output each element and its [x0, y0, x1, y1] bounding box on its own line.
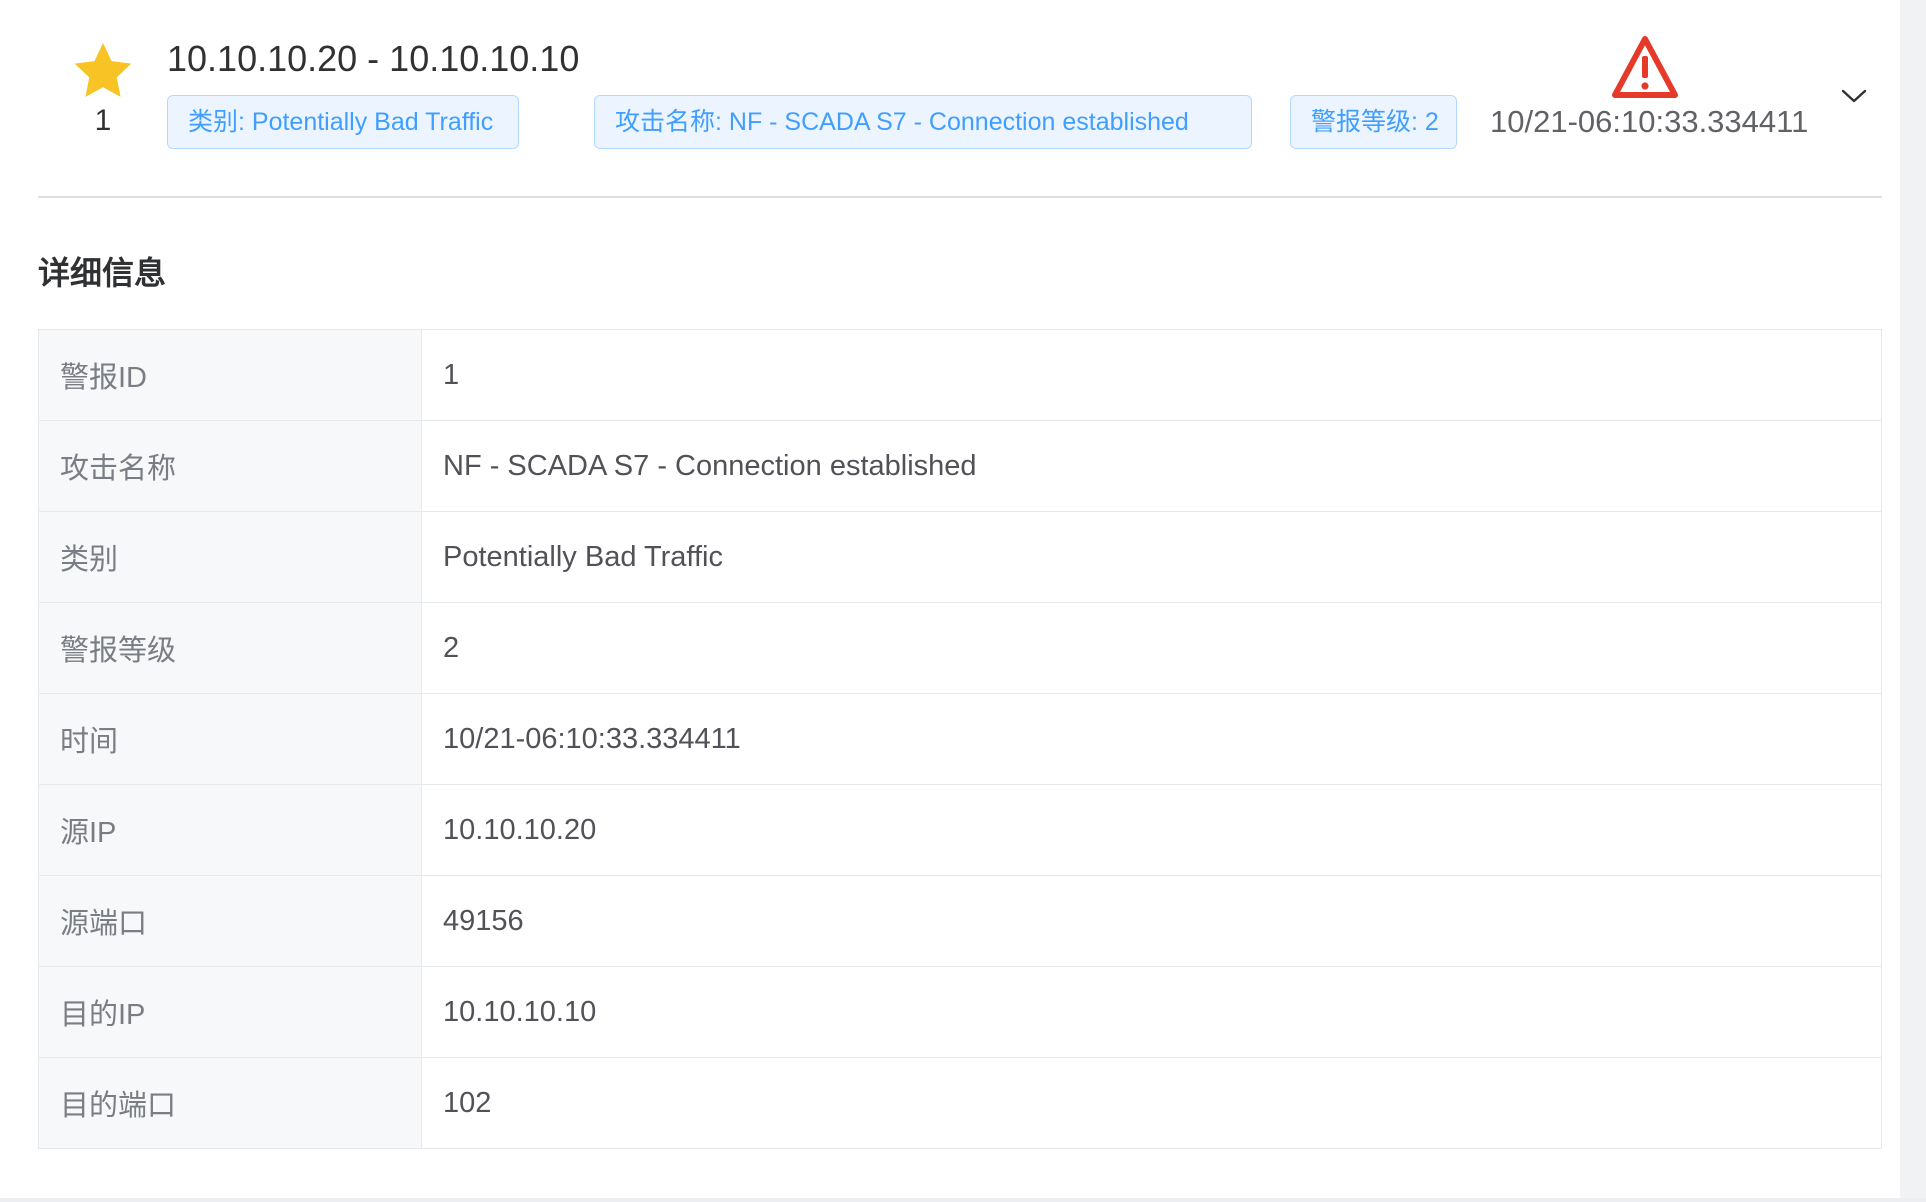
row-value: 102 [421, 1057, 1882, 1149]
alert-level-tag: 警报等级: 2 [1290, 95, 1457, 149]
detail-section-title: 详细信息 [38, 255, 167, 291]
alert-card: 1 10.10.10.20 - 10.10.10.10 类别: Potentia… [0, 0, 1900, 1198]
table-row: 攻击名称 NF - SCADA S7 - Connection establis… [38, 420, 1882, 512]
category-tag: 类别: Potentially Bad Traffic [167, 95, 519, 149]
bottom-divider [0, 1198, 1926, 1202]
alert-timestamp: 10/21-06:10:33.334411 [1490, 104, 1809, 139]
detail-table: 警报ID 1 攻击名称 NF - SCADA S7 - Connection e… [38, 329, 1882, 1149]
table-row: 警报ID 1 [38, 329, 1882, 421]
row-value: 1 [421, 329, 1882, 421]
star-icon[interactable] [70, 38, 136, 104]
row-label: 类别 [38, 511, 422, 603]
warning-triangle-icon [1610, 34, 1680, 100]
page: 1 10.10.10.20 - 10.10.10.10 类别: Potentia… [0, 0, 1926, 1202]
row-value: 10.10.10.10 [421, 966, 1882, 1058]
row-label: 警报等级 [38, 602, 422, 694]
row-value: NF - SCADA S7 - Connection established [421, 420, 1882, 512]
alert-rank: 1 [94, 104, 112, 137]
table-row: 时间 10/21-06:10:33.334411 [38, 693, 1882, 785]
table-row: 类别 Potentially Bad Traffic [38, 511, 1882, 603]
table-row: 警报等级 2 [38, 602, 1882, 694]
row-label: 源IP [38, 784, 422, 876]
table-row: 目的IP 10.10.10.10 [38, 966, 1882, 1058]
row-value: 10/21-06:10:33.334411 [421, 693, 1882, 785]
row-label: 目的端口 [38, 1057, 422, 1149]
chevron-down-icon[interactable] [1838, 82, 1870, 110]
row-label: 警报ID [38, 329, 422, 421]
row-value: 2 [421, 602, 1882, 694]
alert-header[interactable]: 1 10.10.10.20 - 10.10.10.10 类别: Potentia… [38, 0, 1882, 198]
scrollbar-track[interactable] [1900, 0, 1926, 1202]
row-label: 源端口 [38, 875, 422, 967]
row-value: 49156 [421, 875, 1882, 967]
row-value: 10.10.10.20 [421, 784, 1882, 876]
table-row: 源端口 49156 [38, 875, 1882, 967]
ip-pair-title: 10.10.10.20 - 10.10.10.10 [167, 38, 580, 79]
row-label: 攻击名称 [38, 420, 422, 512]
attack-name-tag: 攻击名称: NF - SCADA S7 - Connection establi… [594, 95, 1252, 149]
table-row: 源IP 10.10.10.20 [38, 784, 1882, 876]
row-value: Potentially Bad Traffic [421, 511, 1882, 603]
row-label: 时间 [38, 693, 422, 785]
row-label: 目的IP [38, 966, 422, 1058]
table-row: 目的端口 102 [38, 1057, 1882, 1149]
